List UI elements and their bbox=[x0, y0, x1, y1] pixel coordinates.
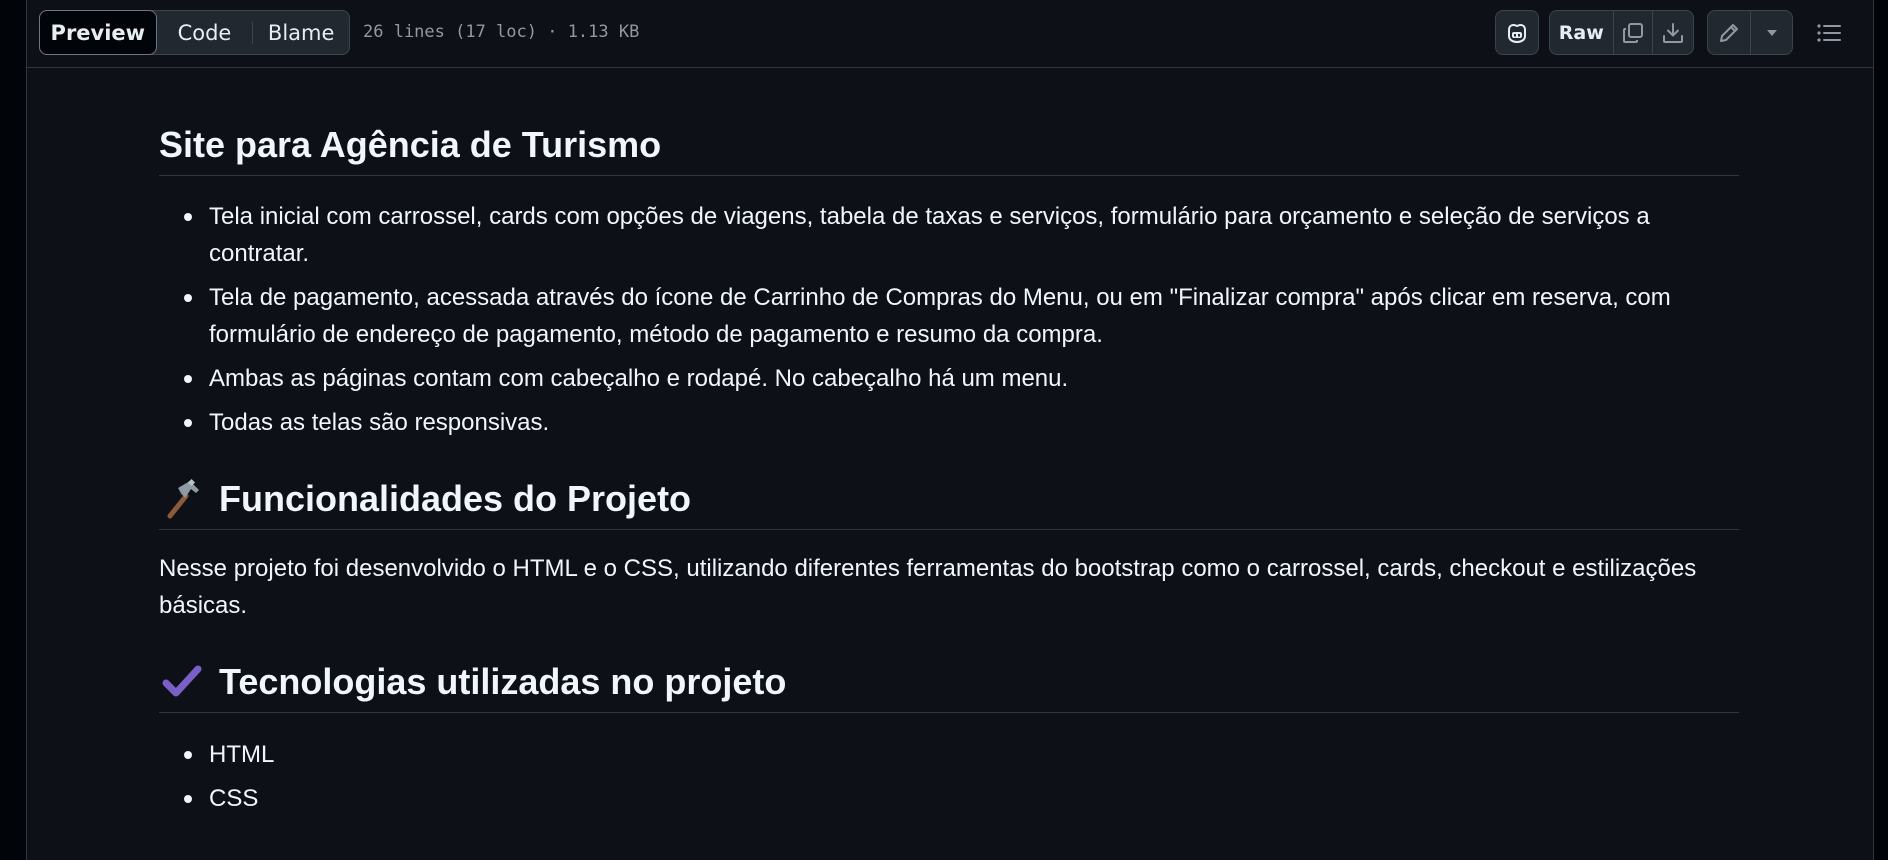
tab-preview[interactable]: Preview bbox=[39, 10, 157, 55]
file-info: 26 lines (17 loc) · 1.13 KB bbox=[363, 22, 640, 42]
triangle-down-icon bbox=[1766, 29, 1777, 36]
file-toolbar: Preview Code Blame 26 lines (17 loc) · 1… bbox=[27, 0, 1873, 68]
hammer-icon bbox=[159, 475, 205, 521]
section-heading-functionality: Funcionalidades do Projeto bbox=[159, 475, 1739, 530]
edit-file-button[interactable] bbox=[1708, 11, 1752, 54]
raw-actions-group: Raw bbox=[1549, 10, 1694, 55]
functionality-description: Nesse projeto foi desenvolvido o HTML e … bbox=[159, 555, 1697, 619]
list-unordered-icon bbox=[1817, 23, 1841, 42]
tab-blame[interactable]: Blame bbox=[253, 11, 349, 54]
list-item: Tela de pagamento, acessada através do í… bbox=[184, 279, 1739, 353]
copy-raw-button[interactable] bbox=[1614, 11, 1654, 54]
download-button[interactable] bbox=[1653, 11, 1693, 54]
readme-content: Site para Agência de Turismo Tela inicia… bbox=[159, 68, 1739, 817]
edit-actions-group bbox=[1707, 10, 1793, 55]
readme-title: Site para Agência de Turismo bbox=[159, 122, 1739, 176]
outline-button[interactable] bbox=[1807, 10, 1851, 55]
section-heading-text: Tecnologias utilizadas no projeto bbox=[219, 660, 787, 702]
section-heading-text: Funcionalidades do Projeto bbox=[219, 477, 692, 519]
section-heading-technologies: Tecnologias utilizadas no projeto bbox=[159, 658, 1739, 713]
list-item: Todas as telas são responsivas. bbox=[184, 404, 1739, 441]
more-edit-options-button[interactable] bbox=[1751, 11, 1792, 54]
list-item: HTML bbox=[184, 736, 1739, 773]
list-item: CSS bbox=[184, 780, 1739, 817]
copy-icon bbox=[1622, 22, 1643, 43]
list-item: Ambas as páginas contam com cabeçalho e … bbox=[184, 360, 1739, 397]
download-icon bbox=[1663, 22, 1684, 43]
raw-button[interactable]: Raw bbox=[1550, 11, 1614, 54]
pencil-icon bbox=[1720, 23, 1739, 42]
copilot-button[interactable] bbox=[1495, 10, 1539, 55]
tab-code[interactable]: Code bbox=[157, 11, 253, 54]
check-mark-icon bbox=[159, 658, 205, 704]
technologies-list: HTML CSS bbox=[159, 736, 1739, 817]
features-list: Tela inicial com carrossel, cards com op… bbox=[159, 198, 1739, 441]
copilot-icon bbox=[1508, 23, 1526, 43]
list-item: Tela inicial com carrossel, cards com op… bbox=[184, 198, 1739, 272]
view-mode-switch: Preview Code Blame bbox=[39, 10, 350, 55]
file-view: Preview Code Blame 26 lines (17 loc) · 1… bbox=[26, 0, 1874, 860]
